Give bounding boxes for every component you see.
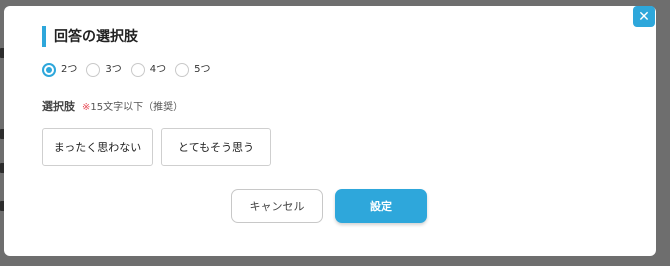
dialog-title: 回答の選択肢 [54,29,138,45]
cancel-button[interactable]: キャンセル [231,189,323,223]
radio-label: 3つ [105,64,122,75]
radio-label: 5つ [194,64,211,75]
option-count-radio-group: 2つ 3つ 4つ 5つ [42,63,220,77]
save-button[interactable]: 設定 [335,189,427,223]
close-button[interactable]: ✕ [633,6,655,27]
radio-option-4[interactable]: 4つ [130,63,167,77]
note-text: 15文字以下（推奨） [90,102,184,113]
radio-unselected-icon[interactable] [130,63,145,77]
close-icon: ✕ [638,8,650,25]
choices-label: 選択肢 [42,100,75,113]
title-accent-bar [42,26,46,47]
radio-label: 2つ [61,64,78,75]
radio-option-5[interactable]: 5つ [175,63,211,77]
radio-option-3[interactable]: 3つ [86,63,122,77]
choice-input-1[interactable]: まったく思わない [42,128,153,166]
choice-input-2[interactable]: とてもそう思う [161,128,271,166]
radio-unselected-icon[interactable] [175,63,190,77]
radio-unselected-icon[interactable] [86,63,101,77]
radio-label: 4つ [149,64,167,75]
radio-selected-icon[interactable] [42,63,56,77]
radio-option-2[interactable]: 2つ [42,63,77,77]
choices-length-note: ※15文字以下（推奨） [82,101,183,115]
